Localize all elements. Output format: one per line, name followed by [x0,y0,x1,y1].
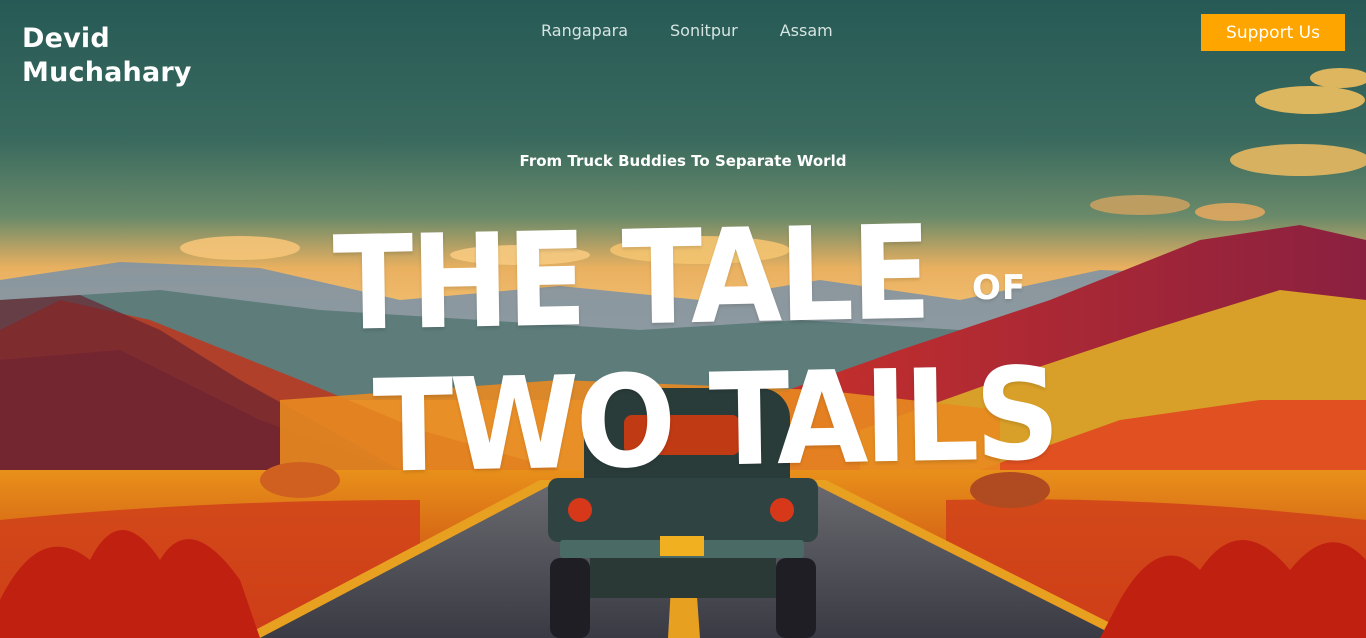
nav-link-rangapara[interactable]: Rangapara [541,20,628,42]
support-us-button[interactable]: Support Us [1201,14,1345,51]
nav-link-assam[interactable]: Assam [780,20,833,42]
hero-title-of: OF [972,268,1027,308]
hero-tagline: From Truck Buddies To Separate World [519,152,847,170]
nav-link-sonitpur[interactable]: Sonitpur [670,20,738,42]
hero-title-line-2: TWO TAILS [372,339,1058,502]
hero-title-line-1: THE TALE [332,196,930,360]
brand-name[interactable]: Devid Muchahary [22,22,222,90]
site-header: Devid Muchahary Rangapara Sonitpur Assam… [0,0,1366,100]
main-nav: Rangapara Sonitpur Assam [541,20,833,42]
